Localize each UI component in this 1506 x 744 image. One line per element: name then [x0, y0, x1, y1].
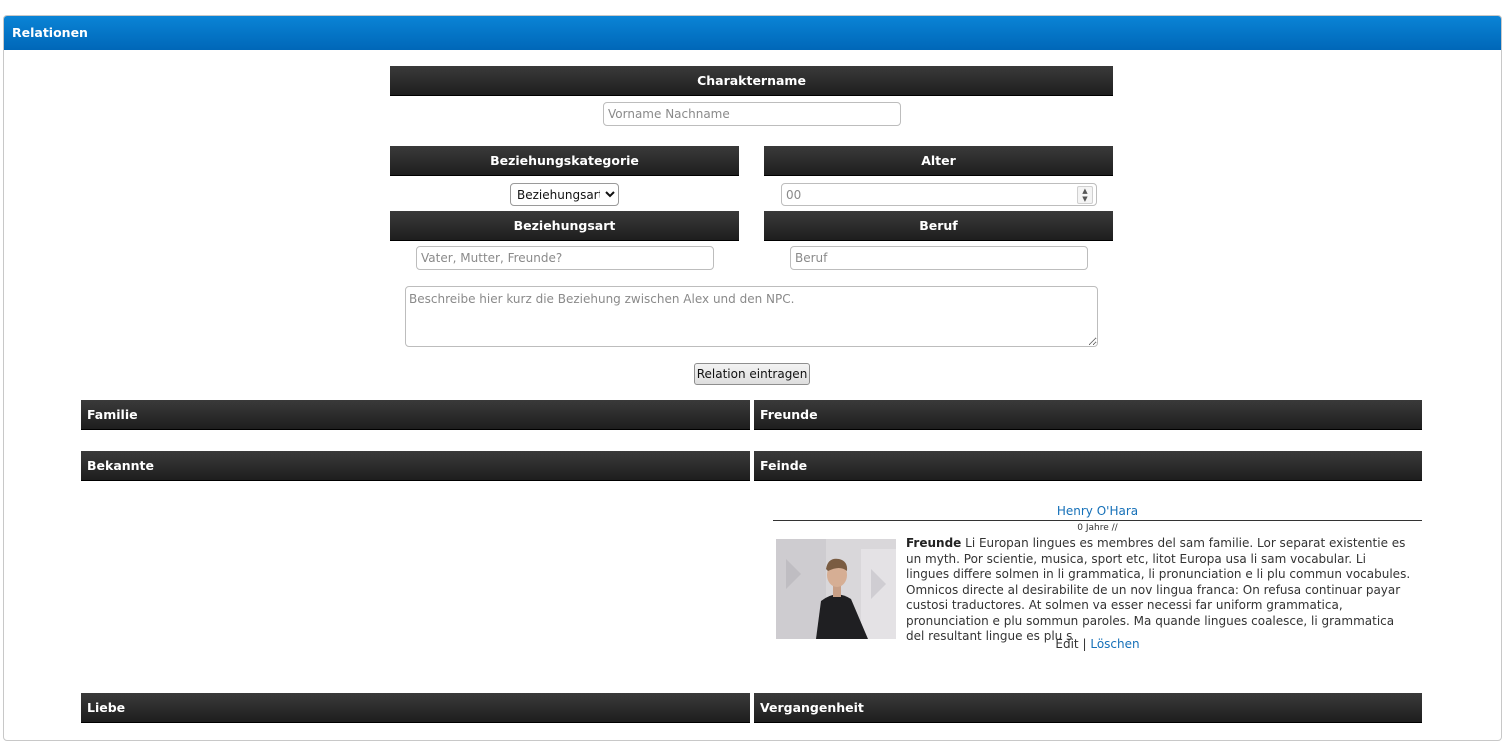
beruf-input[interactable] — [790, 246, 1088, 270]
spin-up-icon[interactable]: ▲ — [1078, 187, 1092, 195]
entry-divider — [773, 520, 1422, 521]
category-vergangenheit: Vergangenheit — [754, 693, 1422, 723]
category-liebe: Liebe — [81, 693, 750, 723]
beruf-header: Beruf — [764, 211, 1113, 241]
category-feinde: Feinde — [754, 451, 1422, 481]
beziehungsart-input[interactable] — [416, 246, 714, 270]
spin-down-icon[interactable]: ▼ — [1078, 195, 1092, 203]
edit-link[interactable]: Edit — [1055, 637, 1078, 651]
charaktername-header: Charaktername — [390, 66, 1113, 96]
kategorie-select[interactable]: Beziehungsart — [510, 183, 619, 206]
entry-photo — [776, 539, 896, 639]
beziehungsart-header: Beziehungsart — [390, 211, 739, 241]
alter-field: ▲ ▼ — [781, 183, 1097, 206]
name-input[interactable] — [603, 102, 901, 126]
entry-description: Li Europan lingues es membres del sam fa… — [906, 536, 1411, 643]
portrait-image — [776, 539, 896, 639]
relation-eintragen-button[interactable]: Relation eintragen — [694, 363, 810, 385]
entry-name-link[interactable]: Henry O'Hara — [773, 502, 1422, 520]
beziehungskategorie-header: Beziehungskategorie — [390, 146, 739, 176]
beschreibung-textarea[interactable] — [405, 286, 1098, 347]
entry-relation: Freunde — [906, 536, 962, 550]
entry-meta: 0 Jahre // — [1077, 523, 1118, 533]
category-freunde: Freunde — [754, 400, 1422, 430]
delete-link[interactable]: Löschen — [1090, 637, 1139, 651]
category-familie: Familie — [81, 400, 750, 430]
panel-title: Relationen — [4, 16, 1501, 50]
category-bekannte: Bekannte — [81, 451, 750, 481]
action-separator: | — [1082, 637, 1087, 651]
alter-input[interactable] — [781, 183, 1097, 206]
number-spinner[interactable]: ▲ ▼ — [1077, 186, 1093, 204]
alter-header: Alter — [764, 146, 1113, 176]
entry-actions: Edit | Löschen — [773, 636, 1422, 652]
entry-text: Freunde Li Europan lingues es membres de… — [906, 536, 1412, 645]
